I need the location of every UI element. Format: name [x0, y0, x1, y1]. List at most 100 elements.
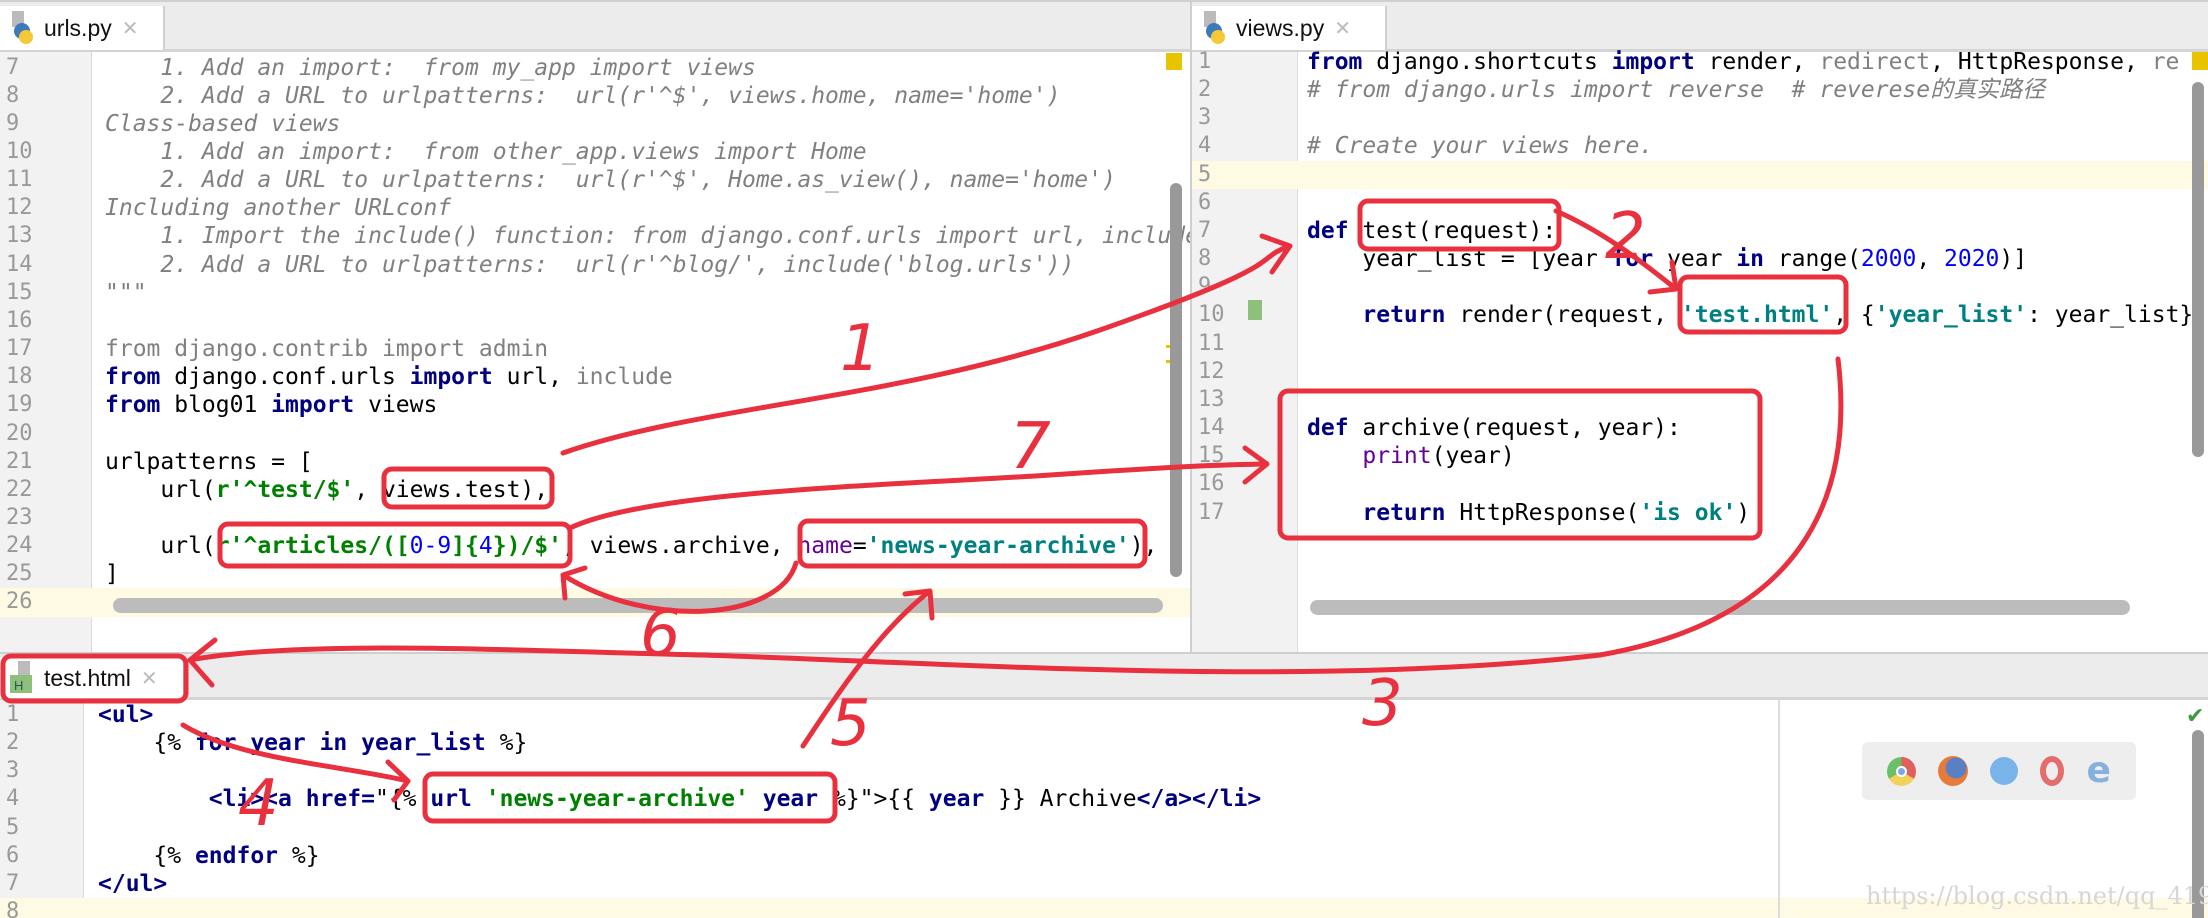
code-line[interactable]: 8 2. Add a URL to urlpatterns: url(r'^$'… — [0, 82, 1190, 110]
line-number[interactable]: 9 — [1198, 273, 1211, 301]
code-line[interactable]: 7 def test(request): — [1192, 217, 2208, 245]
line-number[interactable]: 2 — [6, 729, 19, 757]
code-line[interactable]: 18 from django.conf.urls import url, incl… — [0, 363, 1190, 391]
code-area[interactable]: 7 1. Add an import: from my_app import v… — [0, 54, 1190, 617]
code-line[interactable]: 5 — [0, 814, 2208, 842]
line-number[interactable]: 8 — [1198, 245, 1211, 273]
code-line[interactable]: 22 url(r'^test/$', views.test), — [0, 476, 1190, 504]
warning-marker[interactable] — [1166, 53, 1182, 70]
close-tab-icon[interactable]: ✕ — [1334, 16, 1351, 41]
line-number[interactable]: 16 — [1198, 470, 1225, 498]
line-number[interactable]: 21 — [6, 448, 33, 476]
line-number[interactable]: 22 — [6, 476, 33, 504]
tab-urls-py[interactable]: urls.py ✕ — [0, 6, 165, 50]
line-number[interactable]: 6 — [1198, 189, 1211, 217]
code-line[interactable]: 6 {% endfor %} — [0, 842, 2208, 870]
code-line[interactable]: 12 Including another URLconf — [0, 194, 1190, 222]
code-line[interactable]: 19 from blog01 import views — [0, 391, 1190, 419]
code-line[interactable]: 2 # from django.urls import reverse # rev… — [1192, 76, 2208, 104]
opera-icon[interactable] — [2040, 756, 2065, 786]
code-line[interactable]: 16 — [1192, 470, 2208, 498]
safari-icon[interactable] — [1990, 757, 2019, 785]
code-line[interactable]: 8 year_list = [year for year in range(20… — [1192, 245, 2208, 273]
line-number[interactable]: 8 — [6, 82, 19, 110]
code-line[interactable]: 10 1. Add an import: from other_app.view… — [0, 138, 1190, 166]
code-line[interactable]: 14 def archive(request, year): — [1192, 414, 2208, 442]
code-line[interactable]: 1 <ul> — [0, 701, 2208, 729]
code-line[interactable]: 7 1. Add an import: from my_app import v… — [0, 54, 1190, 82]
tab-views-py[interactable]: views.py ✕ — [1192, 6, 1387, 50]
line-number[interactable]: 15 — [1198, 442, 1225, 470]
code-line[interactable]: 1 from django.shortcuts import render, re… — [1192, 48, 2208, 76]
line-number[interactable]: 4 — [6, 785, 19, 813]
line-number[interactable]: 14 — [1198, 414, 1225, 442]
line-number[interactable]: 4 — [1198, 132, 1211, 160]
code-line[interactable]: 17 return HttpResponse('is ok') — [1192, 499, 2208, 527]
line-number[interactable]: 2 — [1198, 76, 1211, 104]
warning-marker[interactable] — [2192, 52, 2208, 70]
line-number[interactable]: 11 — [6, 166, 33, 194]
close-tab-icon[interactable]: ✕ — [122, 16, 139, 41]
horizontal-scrollbar[interactable] — [1310, 600, 2130, 615]
line-number[interactable]: 23 — [6, 504, 33, 532]
edge-icon[interactable]: e — [2086, 753, 2110, 789]
code-line[interactable]: 21 urlpatterns = [ — [0, 448, 1190, 476]
line-number[interactable]: 18 — [6, 363, 33, 391]
line-number[interactable]: 7 — [6, 54, 19, 82]
code-line[interactable]: 13 — [1192, 386, 2208, 414]
line-number[interactable]: 13 — [6, 222, 33, 250]
code-line[interactable]: 9 Class-based views — [0, 110, 1190, 138]
vertical-scrollbar[interactable] — [2192, 82, 2204, 457]
line-number[interactable]: 5 — [6, 814, 19, 842]
html-template-gutter-icon[interactable] — [1248, 300, 1262, 320]
line-number[interactable]: 13 — [1198, 386, 1225, 414]
line-number[interactable]: 1 — [1198, 48, 1211, 76]
code-line[interactable]: 13 1. Import the include() function: fro… — [0, 222, 1190, 250]
code-line[interactable]: 10 return render(request, 'test.html', {… — [1192, 301, 2208, 329]
line-number[interactable]: 10 — [1198, 301, 1225, 329]
line-number[interactable]: 6 — [6, 842, 19, 870]
code-line[interactable]: 11 — [1192, 330, 2208, 358]
chrome-icon[interactable] — [1887, 756, 1917, 786]
code-line[interactable]: 14 2. Add a URL to urlpatterns: url(r'^b… — [0, 251, 1190, 279]
vertical-scrollbar[interactable] — [1170, 183, 1182, 577]
line-number[interactable]: 19 — [6, 391, 33, 419]
line-number[interactable]: 26 — [6, 588, 33, 616]
code-line[interactable]: 5 — [1192, 160, 2208, 189]
code-area[interactable]: 1 from django.shortcuts import render, re… — [1192, 48, 2208, 527]
line-number[interactable]: 3 — [1198, 104, 1211, 132]
tab-test-html[interactable]: H test.html ✕ — [0, 658, 185, 698]
line-number[interactable]: 10 — [6, 138, 33, 166]
line-number[interactable]: 20 — [6, 420, 33, 448]
code-line[interactable]: 12 — [1192, 358, 2208, 386]
code-line[interactable]: 16 — [0, 307, 1190, 335]
horizontal-scrollbar[interactable] — [113, 598, 1163, 613]
line-number[interactable]: 12 — [6, 194, 33, 222]
code-line[interactable]: 17 from django.contrib import admin — [0, 335, 1190, 363]
line-number[interactable]: 17 — [6, 335, 33, 363]
code-line[interactable]: 4 # Create your views here. — [1192, 132, 2208, 160]
code-line[interactable]: 15 """ — [0, 279, 1190, 307]
code-line[interactable]: 15 print(year) — [1192, 442, 2208, 470]
line-number[interactable]: 15 — [6, 279, 33, 307]
close-tab-icon[interactable]: ✕ — [141, 666, 158, 691]
line-number[interactable]: 7 — [6, 870, 19, 898]
line-number[interactable]: 17 — [1198, 499, 1225, 527]
line-number[interactable]: 3 — [6, 757, 19, 785]
line-number[interactable]: 25 — [6, 560, 33, 588]
code-line[interactable]: 6 — [1192, 189, 2208, 217]
line-number[interactable]: 16 — [6, 307, 33, 335]
line-number[interactable]: 7 — [1198, 217, 1211, 245]
code-line[interactable]: 11 2. Add a URL to urlpatterns: url(r'^$… — [0, 166, 1190, 194]
line-number[interactable]: 24 — [6, 532, 33, 560]
code-line[interactable]: 20 — [0, 420, 1190, 448]
line-number[interactable]: 5 — [1198, 161, 1211, 189]
line-number[interactable]: 14 — [6, 251, 33, 279]
line-number[interactable]: 9 — [6, 110, 19, 138]
line-number[interactable]: 11 — [1198, 330, 1225, 358]
line-number[interactable]: 12 — [1198, 358, 1225, 386]
code-line[interactable]: 3 — [1192, 104, 2208, 132]
code-line[interactable]: 9 — [1192, 273, 2208, 301]
line-number[interactable]: 8 — [6, 898, 19, 918]
code-line[interactable]: 24 url(r'^articles/([0-9]{4})/$', views.… — [0, 532, 1190, 560]
